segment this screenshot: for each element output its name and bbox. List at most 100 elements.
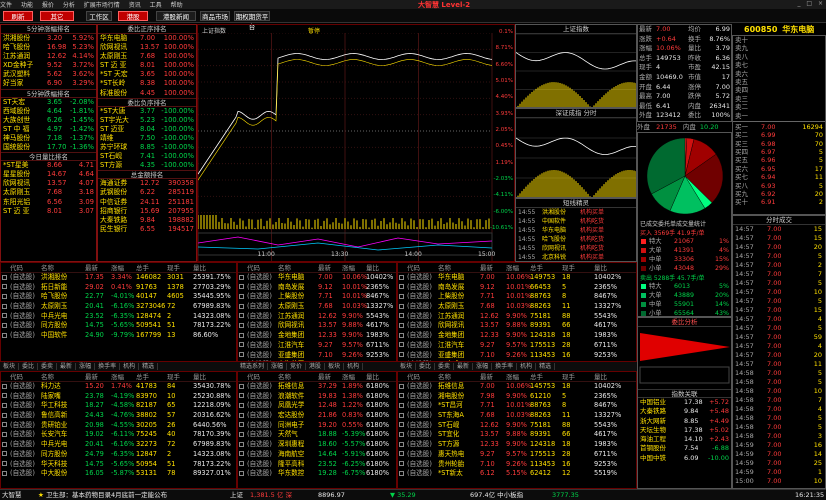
row-checkbox[interactable] (2, 274, 7, 280)
row-checkbox[interactable] (239, 342, 244, 348)
checkbox-cell[interactable] (239, 411, 246, 421)
table-row[interactable]: (自选股) 哈飞股份 22.77 -4.01% 40147 4605 35445.95% (1, 292, 236, 302)
table-row[interactable]: (自选股) 拓维信息 37.29 1.89% 6180% (238, 382, 396, 392)
bid-row[interactable]: 买一 7.00 16294 (733, 123, 825, 131)
menu-item-extended-market[interactable]: 扩展市场行情 (84, 2, 120, 9)
table-row[interactable]: (自选股) 中国软件 24.90 -9.79% 167799 13 86.60% (1, 331, 236, 341)
checkbox-cell[interactable] (239, 312, 246, 322)
rank-row[interactable]: XD金种子 9.52 3.72% (1, 61, 96, 70)
table-row[interactable]: (自选股) 鲁信高新 24.43 -4.76% 38802 57 20316.62% (1, 411, 236, 421)
row-checkbox[interactable] (399, 431, 404, 437)
column-header[interactable]: 名称 (438, 372, 451, 382)
row-checkbox[interactable] (239, 470, 244, 476)
checkbox-cell[interactable] (2, 331, 9, 341)
checkbox-cell[interactable] (2, 430, 9, 440)
table-row[interactable]: (自选股) 上柴股份 7.71 10.01% 88763 8 8467% (398, 292, 636, 302)
table-row[interactable]: (自选股) 太原刚玉 7.68 10.03% 88263 11 13327% (398, 302, 636, 312)
table-row[interactable]: (自选股) 同方股份 24.79 -6.35% 12847 2 14323.08% (1, 450, 236, 460)
column-header[interactable]: 最新 (318, 263, 331, 273)
row-checkbox[interactable] (399, 402, 404, 408)
checkbox-cell[interactable] (239, 430, 246, 440)
column-header[interactable]: 量比 (193, 372, 206, 382)
flow-row[interactable]: 14:55 中国软件 机构吃货 (516, 217, 636, 226)
futures-button[interactable]: 期权期货平台 (234, 11, 270, 31)
checkbox-cell[interactable] (239, 450, 246, 460)
refresh-button[interactable]: 刷新 (3, 11, 33, 21)
column-header[interactable]: 总手 (136, 372, 149, 382)
table-row[interactable]: (自选股) 拓维信息 7.00 10.06% 145753 18 10402% (398, 382, 636, 392)
table-row[interactable]: (自选股) 亚盛集团 7.10 9.26% 9253% (238, 351, 396, 361)
rank-row[interactable]: ST 迈 亚 8.01 100.00% (98, 61, 196, 70)
checkbox-cell[interactable] (2, 273, 9, 283)
checkbox-cell[interactable] (2, 411, 9, 421)
hk-news-button[interactable]: 港股新闻 (156, 11, 196, 21)
column-header[interactable]: 名称 (438, 263, 451, 273)
row-checkbox[interactable] (399, 322, 404, 328)
column-header[interactable]: 量比 (594, 263, 607, 273)
table-row[interactable]: (自选股) *ST新太 6.12 5.15% 62412 12 5519% (398, 469, 636, 479)
row-checkbox[interactable] (399, 274, 404, 280)
table-row[interactable]: (自选股) *ST昌河 7.71 10.01% 88763 8 8467% (398, 401, 636, 411)
column-header[interactable]: 量比 (193, 263, 206, 273)
tab[interactable]: 板块 (325, 363, 345, 370)
ask-row[interactable]: 卖八 (733, 53, 825, 61)
checkbox-cell[interactable] (239, 401, 246, 411)
table-row[interactable]: (自选股) 同洲电子 19.20 0.55% 6180% (238, 421, 396, 431)
table-row[interactable]: (自选股) 陆家嘴 23.78 -4.19% 83970 10 25230.88% (1, 392, 236, 402)
tab[interactable]: 最新 (454, 363, 474, 370)
rank-row[interactable]: 太原刚玉 7.68 3.18 (1, 188, 96, 197)
rank-row[interactable]: ST 中 福 4.97 -1.42% (1, 125, 96, 134)
rank-row[interactable]: 太原刚玉 7.68 100.00% (98, 52, 196, 61)
checkbox-cell[interactable] (399, 302, 406, 312)
row-checkbox[interactable] (2, 431, 7, 437)
row-checkbox[interactable] (2, 412, 7, 418)
close-icon[interactable]: × (818, 0, 823, 7)
rank-row[interactable]: *ST星美 8.66 4.71 (1, 161, 96, 170)
checkbox-cell[interactable] (399, 331, 406, 341)
row-checkbox[interactable] (239, 441, 244, 447)
tab[interactable]: 板块 (0, 363, 20, 370)
rank-right-row[interactable]: 中国铝业 17.38 +5.72 (638, 398, 731, 407)
table-row[interactable]: (自选股) ST石岘 12.62 9.90% 75181 88 5543% (398, 421, 636, 431)
table-row[interactable]: (自选股) 太原刚玉 7.68 10.03% 13327% (238, 302, 396, 312)
tab[interactable]: 最新 (57, 363, 77, 370)
bid-row[interactable]: 买七 6.94 11 (733, 173, 825, 181)
column-header[interactable]: 代码 (10, 263, 23, 273)
row-checkbox[interactable] (399, 342, 404, 348)
row-checkbox[interactable] (2, 303, 7, 309)
row-checkbox[interactable] (399, 393, 404, 399)
checkbox-cell[interactable] (239, 273, 246, 283)
rank-row[interactable]: ST方源 4.35 -100.00% (98, 161, 196, 170)
bid-row[interactable]: 买三 6.98 70 (733, 140, 825, 148)
rank-row[interactable]: 江苏通润 12.62 4.14% (1, 52, 96, 61)
column-header[interactable]: 涨幅 (342, 263, 355, 273)
rank-row[interactable]: 哈飞股份 16.98 5.23% (1, 43, 96, 52)
rank-row[interactable]: ST宇光大 5.23 -100.00% (98, 116, 196, 125)
flow-row[interactable]: 14:55 洪湘股份 机构买单 (516, 208, 636, 217)
checkbox-cell[interactable] (399, 460, 406, 470)
menu-item-news[interactable]: 资讯 (129, 2, 141, 9)
rank-row[interactable]: *ST大唐 3.77 -100.00% (98, 107, 196, 116)
column-header[interactable]: 最新 (480, 263, 493, 273)
workspace-button[interactable]: 工作区 (86, 11, 112, 21)
checkbox-cell[interactable] (399, 292, 406, 302)
column-header[interactable]: 量比 (594, 372, 607, 382)
checkbox-cell[interactable] (239, 392, 246, 402)
row-checkbox[interactable] (239, 393, 244, 399)
bid-row[interactable]: 买六 6.95 17 (733, 165, 825, 173)
table-row[interactable]: (自选股) 长安汽车 19.02 -6.11% 75245 40 78170.39% (1, 430, 236, 440)
column-header[interactable]: 涨幅 (111, 372, 124, 382)
table-row[interactable]: (自选股) ST东海A 7.68 10.03% 88263 11 13327% (398, 411, 636, 421)
ask-row[interactable]: 卖三 (733, 95, 825, 103)
row-checkbox[interactable] (239, 431, 244, 437)
table-row[interactable]: (自选股) 上柴股份 7.71 10.01% 8467% (238, 292, 396, 302)
table-row[interactable]: (自选股) 贵州轮胎 7.10 9.26% 113453 16 9253% (398, 460, 636, 470)
rank-row[interactable]: 东阳光铝 6.56 3.09 (1, 198, 96, 207)
rank-row[interactable]: *ST 天宏 3.65 100.00% (98, 70, 196, 79)
table-row[interactable]: (自选股) 华东数控 19.28 -6.75% 6180% (238, 469, 396, 479)
checkbox-cell[interactable] (399, 351, 406, 361)
column-header[interactable]: 代码 (10, 372, 23, 382)
column-header[interactable]: 总手 (136, 263, 149, 273)
checkbox-cell[interactable] (239, 292, 246, 302)
tab[interactable]: 港股 (306, 363, 326, 370)
